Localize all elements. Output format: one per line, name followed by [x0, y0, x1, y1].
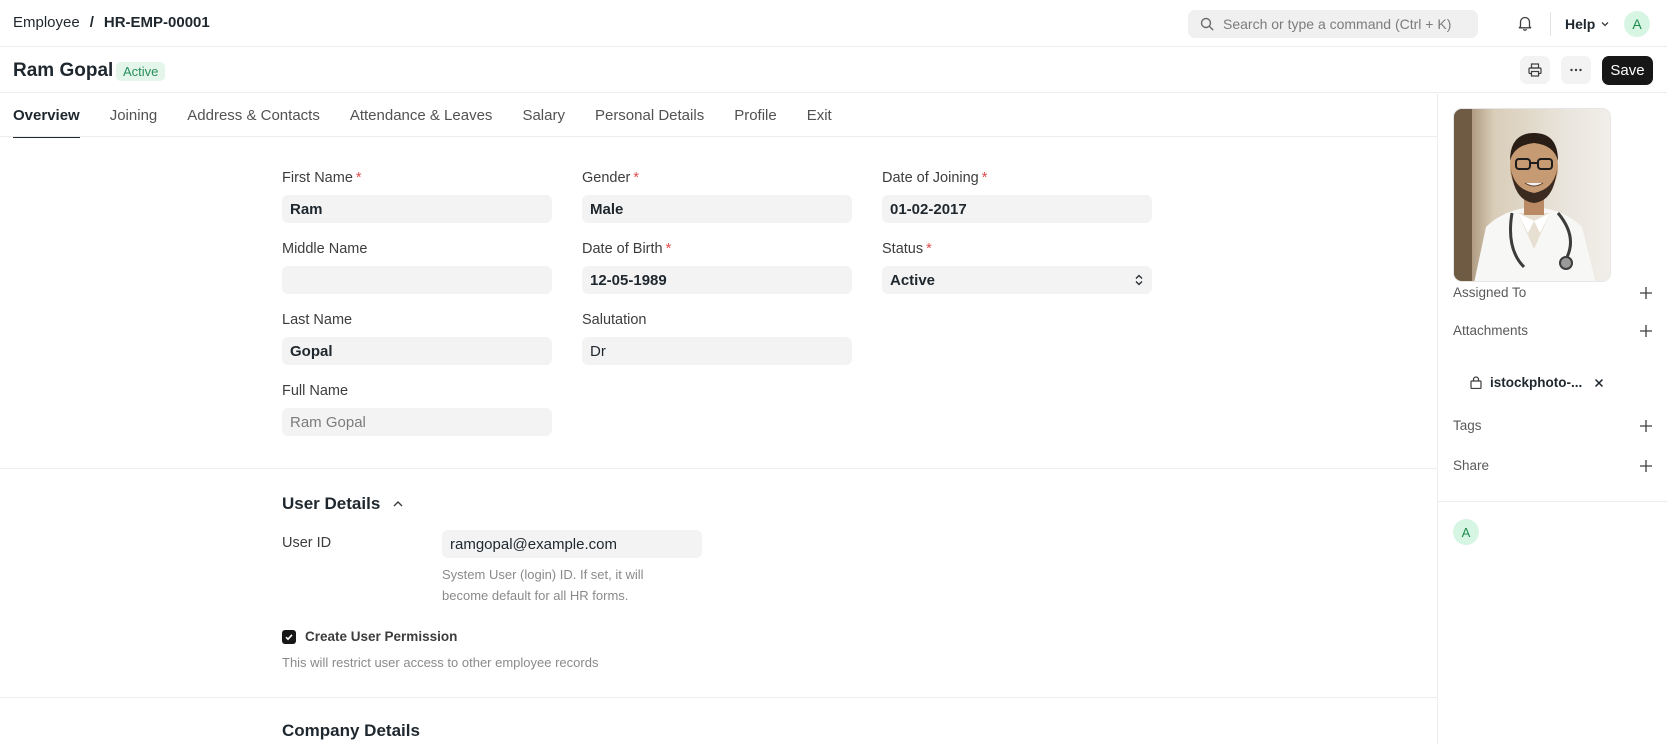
page-title: Ram Gopal — [13, 60, 114, 81]
print-button[interactable] — [1520, 56, 1550, 84]
share-row: Share — [1453, 458, 1653, 473]
sidebar-divider — [1438, 501, 1667, 502]
add-attachment-plus-icon[interactable] — [1639, 324, 1653, 338]
ellipsis-icon — [1570, 68, 1582, 72]
last-name-label: Last Name — [282, 312, 353, 328]
select-arrows-icon — [1135, 274, 1143, 286]
form-sidebar: Assigned To Attachments istockphoto-... … — [1437, 94, 1667, 744]
date-of-joining-field: Date of Joining * 01-02-2017 — [882, 170, 1152, 223]
user-id-description: System User (login) ID. If set, it will … — [442, 567, 644, 603]
create-user-permission-label: Create User Permission — [305, 629, 458, 644]
save-button[interactable]: Save — [1602, 56, 1653, 85]
breadcrumb-employee-link[interactable]: Employee — [13, 14, 80, 31]
search-placeholder: Search or type a command (Ctrl + K) — [1223, 16, 1452, 32]
gender-input[interactable]: Male — [582, 195, 852, 223]
help-label: Help — [1565, 16, 1596, 32]
date-of-birth-label: Date of Birth * — [582, 241, 672, 257]
salutation-input[interactable]: Dr — [582, 337, 852, 365]
viewer-avatar: A — [1453, 519, 1479, 545]
create-user-permission-checkbox[interactable] — [282, 629, 296, 644]
full-name-field: Full Name Ram Gopal — [282, 383, 552, 436]
create-user-permission-checkbox-row[interactable]: Create User Permission — [282, 629, 457, 644]
user-id-input[interactable]: ramgopal@example.com — [442, 530, 702, 558]
date-of-birth-input[interactable]: 12-05-1989 — [582, 266, 852, 294]
salutation-field: Salutation Dr — [582, 312, 852, 365]
first-name-input[interactable]: Ram — [282, 195, 552, 223]
search-input[interactable]: Search or type a command (Ctrl + K) — [1188, 10, 1478, 38]
last-name-input[interactable]: Gopal — [282, 337, 552, 365]
status-label: Status * — [882, 241, 932, 257]
gender-field: Gender * Male — [582, 170, 852, 223]
tab-personal-details[interactable]: Personal Details — [595, 94, 704, 137]
form-tabs: Overview Joining Address & Contacts Atte… — [0, 94, 1437, 138]
tab-attendance-leaves[interactable]: Attendance & Leaves — [350, 94, 493, 137]
status-select[interactable]: Active — [882, 266, 1152, 294]
attachment-item[interactable]: istockphoto-... — [1470, 375, 1604, 390]
full-name-label: Full Name — [282, 383, 349, 399]
add-share-plus-icon[interactable] — [1639, 459, 1653, 473]
section-divider — [0, 468, 1437, 469]
remove-attachment-close-icon[interactable] — [1594, 378, 1604, 388]
breadcrumb-separator: / — [89, 14, 94, 31]
last-name-field: Last Name Gopal — [282, 312, 552, 365]
search-icon — [1200, 17, 1214, 31]
section-divider — [0, 697, 1437, 698]
attachments-label: Attachments — [1453, 323, 1529, 338]
middle-name-field: Middle Name — [282, 241, 552, 294]
create-user-permission-description: This will restrict user access to other … — [282, 655, 599, 670]
more-options-button[interactable] — [1561, 56, 1591, 84]
gender-label: Gender * — [582, 170, 640, 186]
notifications-button[interactable] — [1516, 14, 1534, 35]
full-name-readonly: Ram Gopal — [282, 408, 552, 436]
lock-icon — [1470, 376, 1482, 389]
middle-name-input[interactable] — [282, 266, 552, 294]
tab-profile[interactable]: Profile — [734, 94, 777, 137]
salutation-label: Salutation — [582, 312, 647, 328]
first-name-field: First Name * Ram — [282, 170, 552, 223]
first-name-label: First Name * — [282, 170, 362, 186]
tab-salary[interactable]: Salary — [522, 94, 565, 137]
bell-icon — [1518, 16, 1532, 31]
company-details-title: Company Details — [282, 721, 420, 740]
assigned-to-row: Assigned To — [1453, 285, 1653, 300]
user-id-label: User ID — [282, 535, 332, 551]
status-select-value: Active — [890, 271, 936, 289]
breadcrumb: Employee / HR-EMP-00001 — [13, 14, 210, 31]
attachment-filename[interactable]: istockphoto-... — [1490, 375, 1582, 390]
assigned-to-label: Assigned To — [1453, 285, 1527, 300]
status-badge: Active — [116, 62, 166, 81]
printer-icon — [1528, 63, 1542, 77]
breadcrumb-current[interactable]: HR-EMP-00001 — [104, 14, 210, 31]
attachments-row: Attachments — [1453, 323, 1653, 338]
tab-overview[interactable]: Overview — [13, 94, 80, 138]
page-header: Ram Gopal Active Save — [0, 47, 1667, 93]
middle-name-label: Middle Name — [282, 241, 368, 257]
share-label: Share — [1453, 458, 1490, 473]
tab-exit[interactable]: Exit — [807, 94, 832, 137]
chevron-up-icon — [393, 501, 403, 507]
user-details-title: User Details — [282, 494, 381, 513]
help-dropdown[interactable]: Help — [1565, 16, 1610, 32]
user-details-section-toggle[interactable]: User Details — [282, 494, 404, 514]
checkmark-icon — [285, 633, 293, 640]
tab-address-contacts[interactable]: Address & Contacts — [187, 94, 320, 137]
employee-portrait-image — [1454, 109, 1610, 281]
add-tag-plus-icon[interactable] — [1639, 419, 1653, 433]
chevron-down-icon — [1601, 22, 1609, 27]
tab-joining[interactable]: Joining — [110, 94, 158, 137]
employee-photo[interactable] — [1453, 108, 1611, 282]
company-details-section-toggle[interactable]: Company Details — [282, 721, 420, 741]
navbar-divider — [1550, 12, 1551, 36]
tags-row: Tags — [1453, 418, 1653, 433]
date-of-joining-label: Date of Joining * — [882, 170, 988, 186]
tags-label: Tags — [1453, 418, 1482, 433]
top-navbar: Employee / HR-EMP-00001 Search or type a… — [0, 0, 1667, 47]
date-of-birth-field: Date of Birth * 12-05-1989 — [582, 241, 852, 294]
user-avatar[interactable]: A — [1624, 11, 1650, 37]
date-of-joining-input[interactable]: 01-02-2017 — [882, 195, 1152, 223]
add-assignee-plus-icon[interactable] — [1639, 286, 1653, 300]
status-field: Status * Active — [882, 241, 1152, 294]
